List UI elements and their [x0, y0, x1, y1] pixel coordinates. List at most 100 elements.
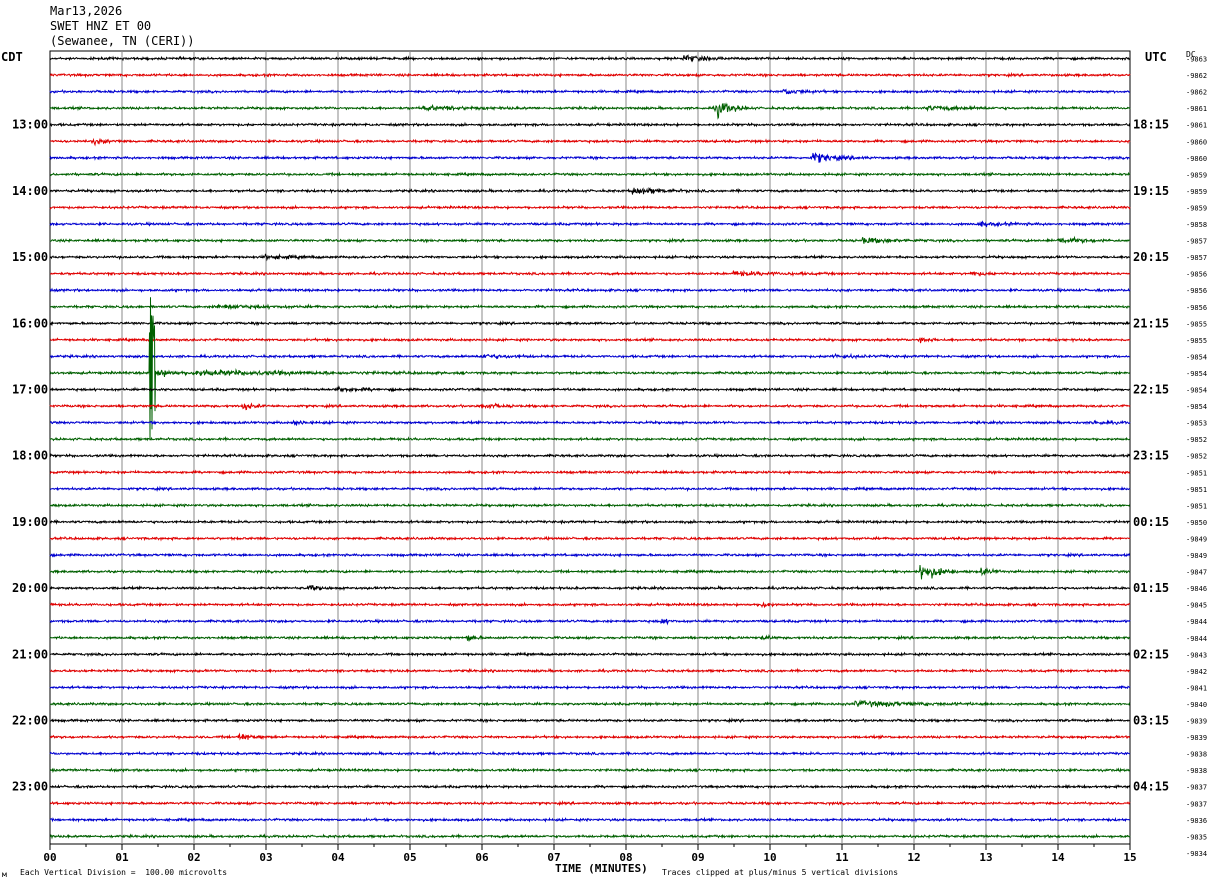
dc-offset-label: -9840	[1186, 701, 1207, 709]
seismic-trace	[49, 684, 1131, 691]
utc-hour-label: 03:15	[1133, 714, 1169, 728]
dc-offset-label: -9861	[1186, 105, 1207, 113]
trace-layer	[49, 54, 1131, 840]
dc-offset-label: -9837	[1186, 800, 1207, 808]
seismic-trace	[49, 750, 1131, 757]
dc-offset-label: -9846	[1186, 585, 1207, 593]
plot-frame	[49, 50, 1131, 845]
utc-hour-label: 22:15	[1133, 383, 1169, 397]
dc-offset-label: -9837	[1186, 784, 1207, 792]
dc-offset-label: -9849	[1186, 552, 1207, 560]
dc-offset-label: -9849	[1186, 535, 1207, 543]
dc-offset-label: -9854	[1186, 370, 1207, 378]
dc-offset-label: -9838	[1186, 767, 1207, 775]
seismic-trace	[49, 287, 1131, 294]
dc-offset-label: -9834	[1186, 850, 1207, 858]
cdt-hour-label: 13:00	[12, 118, 48, 132]
x-tick-label: 04	[331, 851, 345, 864]
seismic-trace	[49, 783, 1131, 790]
seismic-trace	[49, 297, 1131, 441]
x-tick-label: 09	[691, 851, 704, 864]
dc-offset-label: -9851	[1186, 486, 1207, 494]
cdt-hour-label: 19:00	[12, 515, 48, 529]
seismic-trace	[49, 303, 1131, 311]
seismic-trace	[50, 171, 1131, 178]
dc-offset-label: -9843	[1186, 651, 1207, 659]
dc-offset-label: -9847	[1186, 569, 1207, 577]
seismic-trace	[49, 469, 1131, 476]
cdt-hour-label: 22:00	[12, 714, 48, 728]
seismic-trace	[49, 732, 1131, 741]
dc-offset-label: -9851	[1186, 502, 1207, 510]
dc-offset-label: -9850	[1186, 519, 1207, 527]
dc-offset-label: -9859	[1186, 204, 1207, 212]
seismic-trace	[49, 204, 1131, 211]
x-tick-label: 13	[979, 851, 992, 864]
cdt-hour-label: 16:00	[12, 316, 48, 330]
seismic-trace	[49, 667, 1131, 675]
seismic-trace	[49, 518, 1131, 525]
seismic-trace	[49, 336, 1131, 344]
utc-hour-label: 01:15	[1133, 581, 1169, 595]
utc-hour-label: 00:15	[1133, 515, 1169, 529]
dc-offset-label: -9860	[1186, 155, 1207, 163]
dc-offset-label: -9854	[1186, 403, 1207, 411]
x-tick-label: 06	[475, 851, 489, 864]
utc-hour-label: 04:15	[1133, 780, 1169, 794]
cdt-hour-label: 17:00	[12, 383, 48, 397]
seismic-trace	[49, 634, 1131, 642]
cdt-hour-label: 20:00	[12, 581, 48, 595]
seismic-trace	[49, 535, 1131, 542]
seismic-trace	[49, 220, 1131, 228]
dc-offset-label: -9856	[1186, 271, 1207, 279]
seismic-trace	[49, 435, 1131, 443]
x-tick-label: 02	[187, 851, 200, 864]
seismic-trace	[49, 717, 1131, 724]
dc-offset-label: -9839	[1186, 734, 1207, 742]
seismic-trace	[49, 551, 1130, 559]
seismic-trace	[49, 452, 1131, 460]
utc-hour-label: 18:15	[1133, 118, 1169, 132]
cdt-hour-label: 14:00	[12, 184, 48, 198]
seismic-trace	[49, 269, 1131, 278]
x-tick-label: 11	[835, 851, 849, 864]
x-tick-label: 00	[43, 851, 56, 864]
utc-hour-label: 23:15	[1133, 449, 1169, 463]
seismic-trace	[49, 186, 1131, 195]
label-layer: 00 01 02 03 04 05 06 07 08 09 10 11 12 13 14 15-9863-98…	[12, 56, 1207, 865]
dc-offset-label: -9845	[1186, 602, 1207, 610]
dc-offset-label: -9855	[1186, 320, 1207, 328]
x-tick-label: 15	[1123, 851, 1136, 864]
seismic-trace	[49, 71, 1131, 79]
dc-offset-label: -9852	[1186, 453, 1207, 461]
x-tick-label: 12	[907, 851, 920, 864]
dc-offset-label: -9863	[1186, 56, 1207, 64]
seismic-trace	[49, 618, 1131, 626]
dc-offset-label: -9842	[1186, 668, 1207, 676]
x-tick-label: 01	[115, 851, 129, 864]
dc-offset-label: -9856	[1186, 304, 1207, 312]
scale-note: Each Vertical Division = 100.00 microvol…	[20, 868, 228, 877]
seismic-trace	[49, 402, 1131, 411]
dc-offset-label: -9844	[1186, 635, 1207, 643]
seismic-trace	[49, 137, 1131, 147]
seismic-trace	[49, 102, 1131, 120]
seismic-trace	[50, 121, 1131, 129]
seismic-trace	[49, 584, 1131, 592]
dc-offset-label: -9855	[1186, 337, 1207, 345]
seismic-trace	[49, 253, 1131, 262]
seismic-trace	[49, 352, 1130, 360]
seismic-trace	[50, 419, 1131, 426]
x-tick-label: 14	[1051, 851, 1065, 864]
seismic-trace	[49, 320, 1131, 327]
x-tick-label: 05	[403, 851, 416, 864]
seismic-trace	[49, 565, 1131, 580]
utc-hour-label: 20:15	[1133, 250, 1169, 264]
dc-offset-label: -9839	[1186, 718, 1207, 726]
dc-offset-label: -9838	[1186, 751, 1207, 759]
seismic-trace	[49, 88, 1131, 96]
seismic-trace	[49, 800, 1131, 807]
dc-offset-label: -9854	[1186, 353, 1207, 361]
x-tick-label: 03	[259, 851, 272, 864]
seismic-trace	[50, 485, 1131, 493]
